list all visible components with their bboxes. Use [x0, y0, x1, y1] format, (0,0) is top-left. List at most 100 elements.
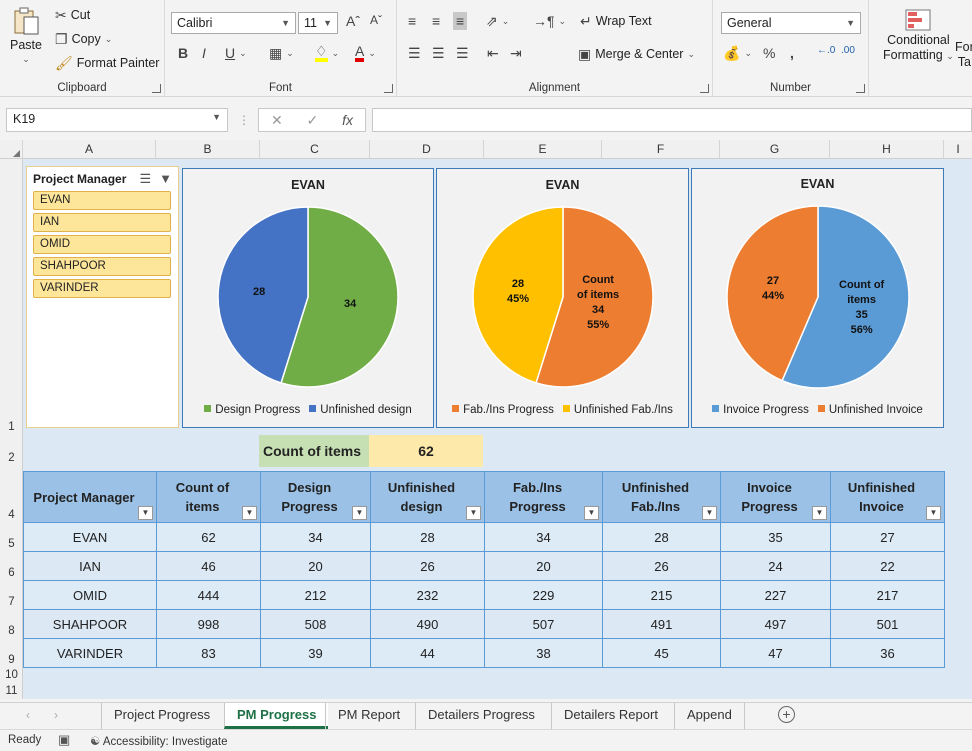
table-cell[interactable]: SHAHPOOR: [23, 609, 157, 639]
table-cell[interactable]: EVAN: [23, 522, 157, 552]
macro-record-icon[interactable]: ▣: [58, 732, 70, 748]
grow-font-button[interactable]: Aˆ: [346, 14, 360, 28]
multi-select-icon[interactable]: ☰: [139, 171, 151, 187]
filter-dropdown-icon[interactable]: ▼: [466, 506, 481, 520]
increase-indent-button[interactable]: ⇥: [510, 46, 522, 60]
table-cell[interactable]: 35: [720, 522, 831, 552]
decrease-decimal-button[interactable]: .00: [841, 46, 855, 56]
tab-project-progress[interactable]: Project Progress: [101, 703, 222, 729]
table-cell[interactable]: 28: [602, 522, 721, 552]
table-header[interactable]: Project Manager ▼: [23, 471, 157, 523]
scroll-right-icon[interactable]: ›: [54, 708, 58, 722]
filter-dropdown-icon[interactable]: ▼: [926, 506, 941, 520]
align-center-button[interactable]: ☰: [432, 46, 445, 60]
table-cell[interactable]: 490: [370, 609, 485, 639]
conditional-formatting-button[interactable]: Conditional Formatting ⌄: [883, 8, 954, 62]
row-header-4[interactable]: 4: [0, 509, 23, 521]
table-cell[interactable]: 20: [484, 551, 603, 581]
tab-detailers-report[interactable]: Detailers Report: [551, 703, 670, 729]
table-header[interactable]: Unfinished Invoice ▼: [830, 471, 945, 523]
number-format-select[interactable]: General ▼: [721, 12, 861, 34]
table-header[interactable]: Fab./Ins Progress ▼: [484, 471, 603, 523]
italic-button[interactable]: I: [202, 46, 206, 60]
slicer-item-ian[interactable]: IAN: [33, 213, 171, 232]
column-header-c[interactable]: C: [260, 140, 370, 159]
row-header-5[interactable]: 5: [0, 538, 23, 550]
cancel-icon[interactable]: ✕: [271, 112, 283, 129]
table-cell[interactable]: 215: [602, 580, 721, 610]
paste-button[interactable]: Paste ⌄: [10, 6, 42, 65]
table-cell[interactable]: 39: [260, 638, 371, 668]
font-color-button[interactable]: A ⌄: [355, 44, 376, 62]
table-cell[interactable]: 46: [156, 551, 261, 581]
table-cell[interactable]: 27: [830, 522, 945, 552]
align-top-button[interactable]: ≡: [408, 14, 416, 28]
name-box[interactable]: K19 ▼: [6, 108, 228, 132]
table-header[interactable]: Unfinished Fab./Ins ▼: [602, 471, 721, 523]
shrink-font-button[interactable]: Aˇ: [370, 14, 382, 26]
table-cell[interactable]: 62: [156, 522, 261, 552]
format-as-table-button[interactable]: For Ta: [955, 40, 972, 69]
fill-color-button[interactable]: ♢ ⌄: [315, 44, 339, 62]
table-cell[interactable]: 24: [720, 551, 831, 581]
filter-dropdown-icon[interactable]: ▼: [242, 506, 257, 520]
count-of-items-label[interactable]: Count of items: [259, 435, 369, 467]
row-header-8[interactable]: 8: [0, 625, 23, 637]
align-left-button[interactable]: ☰: [408, 46, 421, 60]
project-manager-slicer[interactable]: Project Manager ☰ ▼ EVAN IAN OMID SHAHPO…: [26, 166, 179, 428]
alignment-launcher-icon[interactable]: .: [700, 84, 709, 93]
column-header-g[interactable]: G: [720, 140, 830, 159]
design-pie-chart[interactable]: EVAN 28 34 Design Progress Unfinished de…: [182, 168, 434, 428]
table-cell[interactable]: 227: [720, 580, 831, 610]
table-header[interactable]: Design Progress ▼: [260, 471, 371, 523]
row-header-7[interactable]: 7: [0, 596, 23, 608]
enter-icon[interactable]: ✓: [307, 112, 319, 129]
merge-center-button[interactable]: ▣ Merge & Center ⌄: [578, 47, 695, 61]
wrap-text-button[interactable]: ↵ Wrap Text: [580, 14, 652, 28]
orientation-button[interactable]: ⇗ ⌄: [486, 14, 509, 28]
table-header[interactable]: Count of items ▼: [156, 471, 261, 523]
table-cell[interactable]: 83: [156, 638, 261, 668]
row-header-9[interactable]: 9: [0, 654, 23, 666]
column-header-e[interactable]: E: [484, 140, 602, 159]
align-bottom-button[interactable]: ≡: [453, 12, 468, 30]
table-cell[interactable]: 444: [156, 580, 261, 610]
table-cell[interactable]: 491: [602, 609, 721, 639]
column-header-b[interactable]: B: [156, 140, 260, 159]
font-launcher-icon[interactable]: .: [384, 84, 393, 93]
filter-dropdown-icon[interactable]: ▼: [702, 506, 717, 520]
invoice-pie-chart[interactable]: EVAN Count of items 35 56% 27 44% Invoic…: [691, 168, 944, 428]
number-launcher-icon[interactable]: .: [856, 84, 865, 93]
table-cell[interactable]: 26: [370, 551, 485, 581]
table-cell[interactable]: OMID: [23, 580, 157, 610]
row-header-10[interactable]: 10: [0, 669, 23, 681]
tab-append[interactable]: Append: [674, 703, 745, 729]
row-header-6[interactable]: 6: [0, 567, 23, 579]
clear-filter-icon[interactable]: ▼: [159, 171, 172, 187]
select-all-corner[interactable]: [0, 140, 23, 159]
row-header-1[interactable]: 1: [0, 421, 23, 433]
table-cell[interactable]: 232: [370, 580, 485, 610]
filter-dropdown-icon[interactable]: ▼: [812, 506, 827, 520]
table-cell[interactable]: 34: [260, 522, 371, 552]
table-cell[interactable]: 497: [720, 609, 831, 639]
row-header-2[interactable]: 2: [0, 452, 23, 464]
table-cell[interactable]: 26: [602, 551, 721, 581]
format-painter-button[interactable]: 🖌 Format Painter: [55, 56, 159, 70]
table-cell[interactable]: 998: [156, 609, 261, 639]
clipboard-launcher-icon[interactable]: .: [152, 84, 161, 93]
table-cell[interactable]: 508: [260, 609, 371, 639]
scroll-left-icon[interactable]: ‹: [26, 708, 30, 722]
accessibility-button[interactable]: ☯ Accessibility: Investigate: [90, 734, 228, 748]
table-cell[interactable]: VARINDER: [23, 638, 157, 668]
fab-ins-pie-chart[interactable]: EVAN Count of items 34 55% 28 45% Fab./I…: [436, 168, 689, 428]
insert-function-icon[interactable]: fx: [342, 112, 353, 128]
row-header-11[interactable]: 11: [0, 685, 23, 697]
rtl-button[interactable]: →¶ ⌄: [533, 14, 566, 28]
underline-button[interactable]: U ⌄: [225, 46, 247, 60]
table-cell[interactable]: 212: [260, 580, 371, 610]
table-cell[interactable]: 20: [260, 551, 371, 581]
column-header-h[interactable]: H: [830, 140, 944, 159]
font-name-select[interactable]: Calibri ▼: [171, 12, 296, 34]
table-cell[interactable]: 22: [830, 551, 945, 581]
